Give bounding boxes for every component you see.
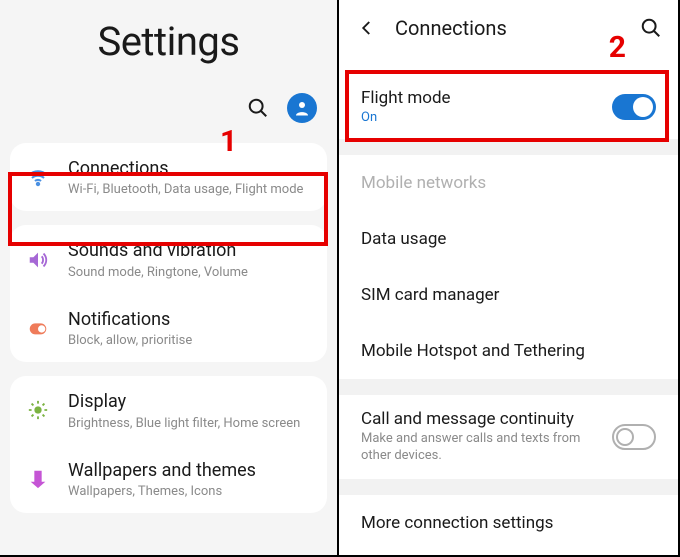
row-title: Display: [68, 390, 311, 413]
row-title: Mobile Hotspot and Tethering: [361, 341, 656, 361]
row-text: SIM card manager: [361, 285, 656, 305]
row-title: Notifications: [68, 308, 311, 331]
search-icon: [640, 17, 662, 39]
settings-row-display[interactable]: Display Brightness, Blue light filter, H…: [10, 376, 327, 444]
settings-card: Sounds and vibration Sound mode, Rington…: [10, 225, 327, 362]
row-subtitle: Block, allow, prioritise: [68, 333, 311, 348]
wifi-icon: [22, 161, 54, 193]
row-title: Call and message continuity: [361, 409, 612, 429]
row-title: Connections: [68, 157, 311, 180]
row-subtitle: Wallpapers, Themes, Icons: [68, 484, 311, 499]
section-divider: [339, 139, 678, 155]
account-button[interactable]: [287, 93, 317, 123]
settings-row-sounds[interactable]: Sounds and vibration Sound mode, Rington…: [10, 225, 327, 293]
page-title: Settings: [0, 18, 337, 65]
call-continuity-toggle[interactable]: [612, 424, 656, 450]
notifications-icon: [22, 312, 54, 344]
row-subtitle: Wi-Fi, Bluetooth, Data usage, Flight mod…: [68, 182, 311, 197]
sound-icon: [22, 244, 54, 276]
settings-card: Display Brightness, Blue light filter, H…: [10, 376, 327, 513]
row-title: SIM card manager: [361, 285, 656, 305]
search-icon: [247, 97, 269, 119]
row-text: Wallpapers and themes Wallpapers, Themes…: [68, 459, 311, 499]
connections-row-data-usage[interactable]: Data usage: [339, 211, 678, 267]
row-text: Notifications Block, allow, prioritise: [68, 308, 311, 348]
settings-row-connections[interactable]: Connections Wi-Fi, Bluetooth, Data usage…: [10, 143, 327, 211]
row-text: Sounds and vibration Sound mode, Rington…: [68, 239, 311, 279]
row-title: Flight mode: [361, 88, 612, 108]
row-subtitle: Brightness, Blue light filter, Home scre…: [68, 416, 311, 431]
row-text: Connections Wi-Fi, Bluetooth, Data usage…: [68, 157, 311, 197]
flight-mode-toggle[interactable]: [612, 94, 656, 120]
row-text: Flight mode On: [361, 88, 612, 125]
toggle-knob: [616, 428, 634, 446]
settings-header: Settings: [0, 0, 337, 93]
row-text: Call and message continuity Make and ans…: [361, 409, 612, 465]
section-divider: [339, 379, 678, 395]
row-title: More connection settings: [361, 513, 656, 533]
connections-row-hotspot[interactable]: Mobile Hotspot and Tethering: [339, 323, 678, 379]
row-title: Wallpapers and themes: [68, 459, 311, 482]
connections-row-call-continuity[interactable]: Call and message continuity Make and ans…: [339, 395, 678, 479]
row-text: Mobile Hotspot and Tethering: [361, 341, 656, 361]
connections-row-more[interactable]: More connection settings: [339, 495, 678, 551]
settings-row-wallpapers[interactable]: Wallpapers and themes Wallpapers, Themes…: [10, 445, 327, 513]
person-icon: [293, 99, 311, 117]
row-title: Data usage: [361, 229, 656, 249]
row-text: Display Brightness, Blue light filter, H…: [68, 390, 311, 430]
row-subtitle: Make and answer calls and texts from oth…: [361, 431, 612, 465]
search-button[interactable]: [247, 97, 269, 119]
connections-row-sim-manager[interactable]: SIM card manager: [339, 267, 678, 323]
connections-row-flight-mode[interactable]: Flight mode On: [339, 74, 678, 139]
chevron-left-icon: [358, 19, 376, 37]
row-title: Mobile networks: [361, 173, 656, 193]
toggle-knob: [633, 97, 653, 117]
connections-list: Flight mode On Mobile networks Data usag…: [339, 56, 678, 551]
connections-row-mobile-networks[interactable]: Mobile networks: [339, 155, 678, 211]
wallpapers-icon: [22, 463, 54, 495]
row-text: Data usage: [361, 229, 656, 249]
back-button[interactable]: [355, 16, 379, 40]
section-divider: [339, 479, 678, 495]
settings-list: Connections Wi-Fi, Bluetooth, Data usage…: [0, 143, 337, 513]
connections-header: Connections: [339, 0, 678, 56]
header-actions: [0, 93, 337, 143]
row-text: More connection settings: [361, 513, 656, 533]
search-button[interactable]: [640, 17, 662, 39]
row-subtitle: Sound mode, Ringtone, Volume: [68, 265, 311, 280]
settings-card: Connections Wi-Fi, Bluetooth, Data usage…: [10, 143, 327, 211]
row-text: Mobile networks: [361, 173, 656, 193]
subpage-title: Connections: [395, 16, 640, 40]
settings-panel: Settings: [0, 0, 339, 555]
connections-panel: Connections Flight mode On Mobile networ…: [339, 0, 678, 555]
settings-row-notifications[interactable]: Notifications Block, allow, prioritise: [10, 294, 327, 362]
row-status: On: [361, 110, 612, 125]
display-icon: [22, 394, 54, 426]
row-title: Sounds and vibration: [68, 239, 311, 262]
